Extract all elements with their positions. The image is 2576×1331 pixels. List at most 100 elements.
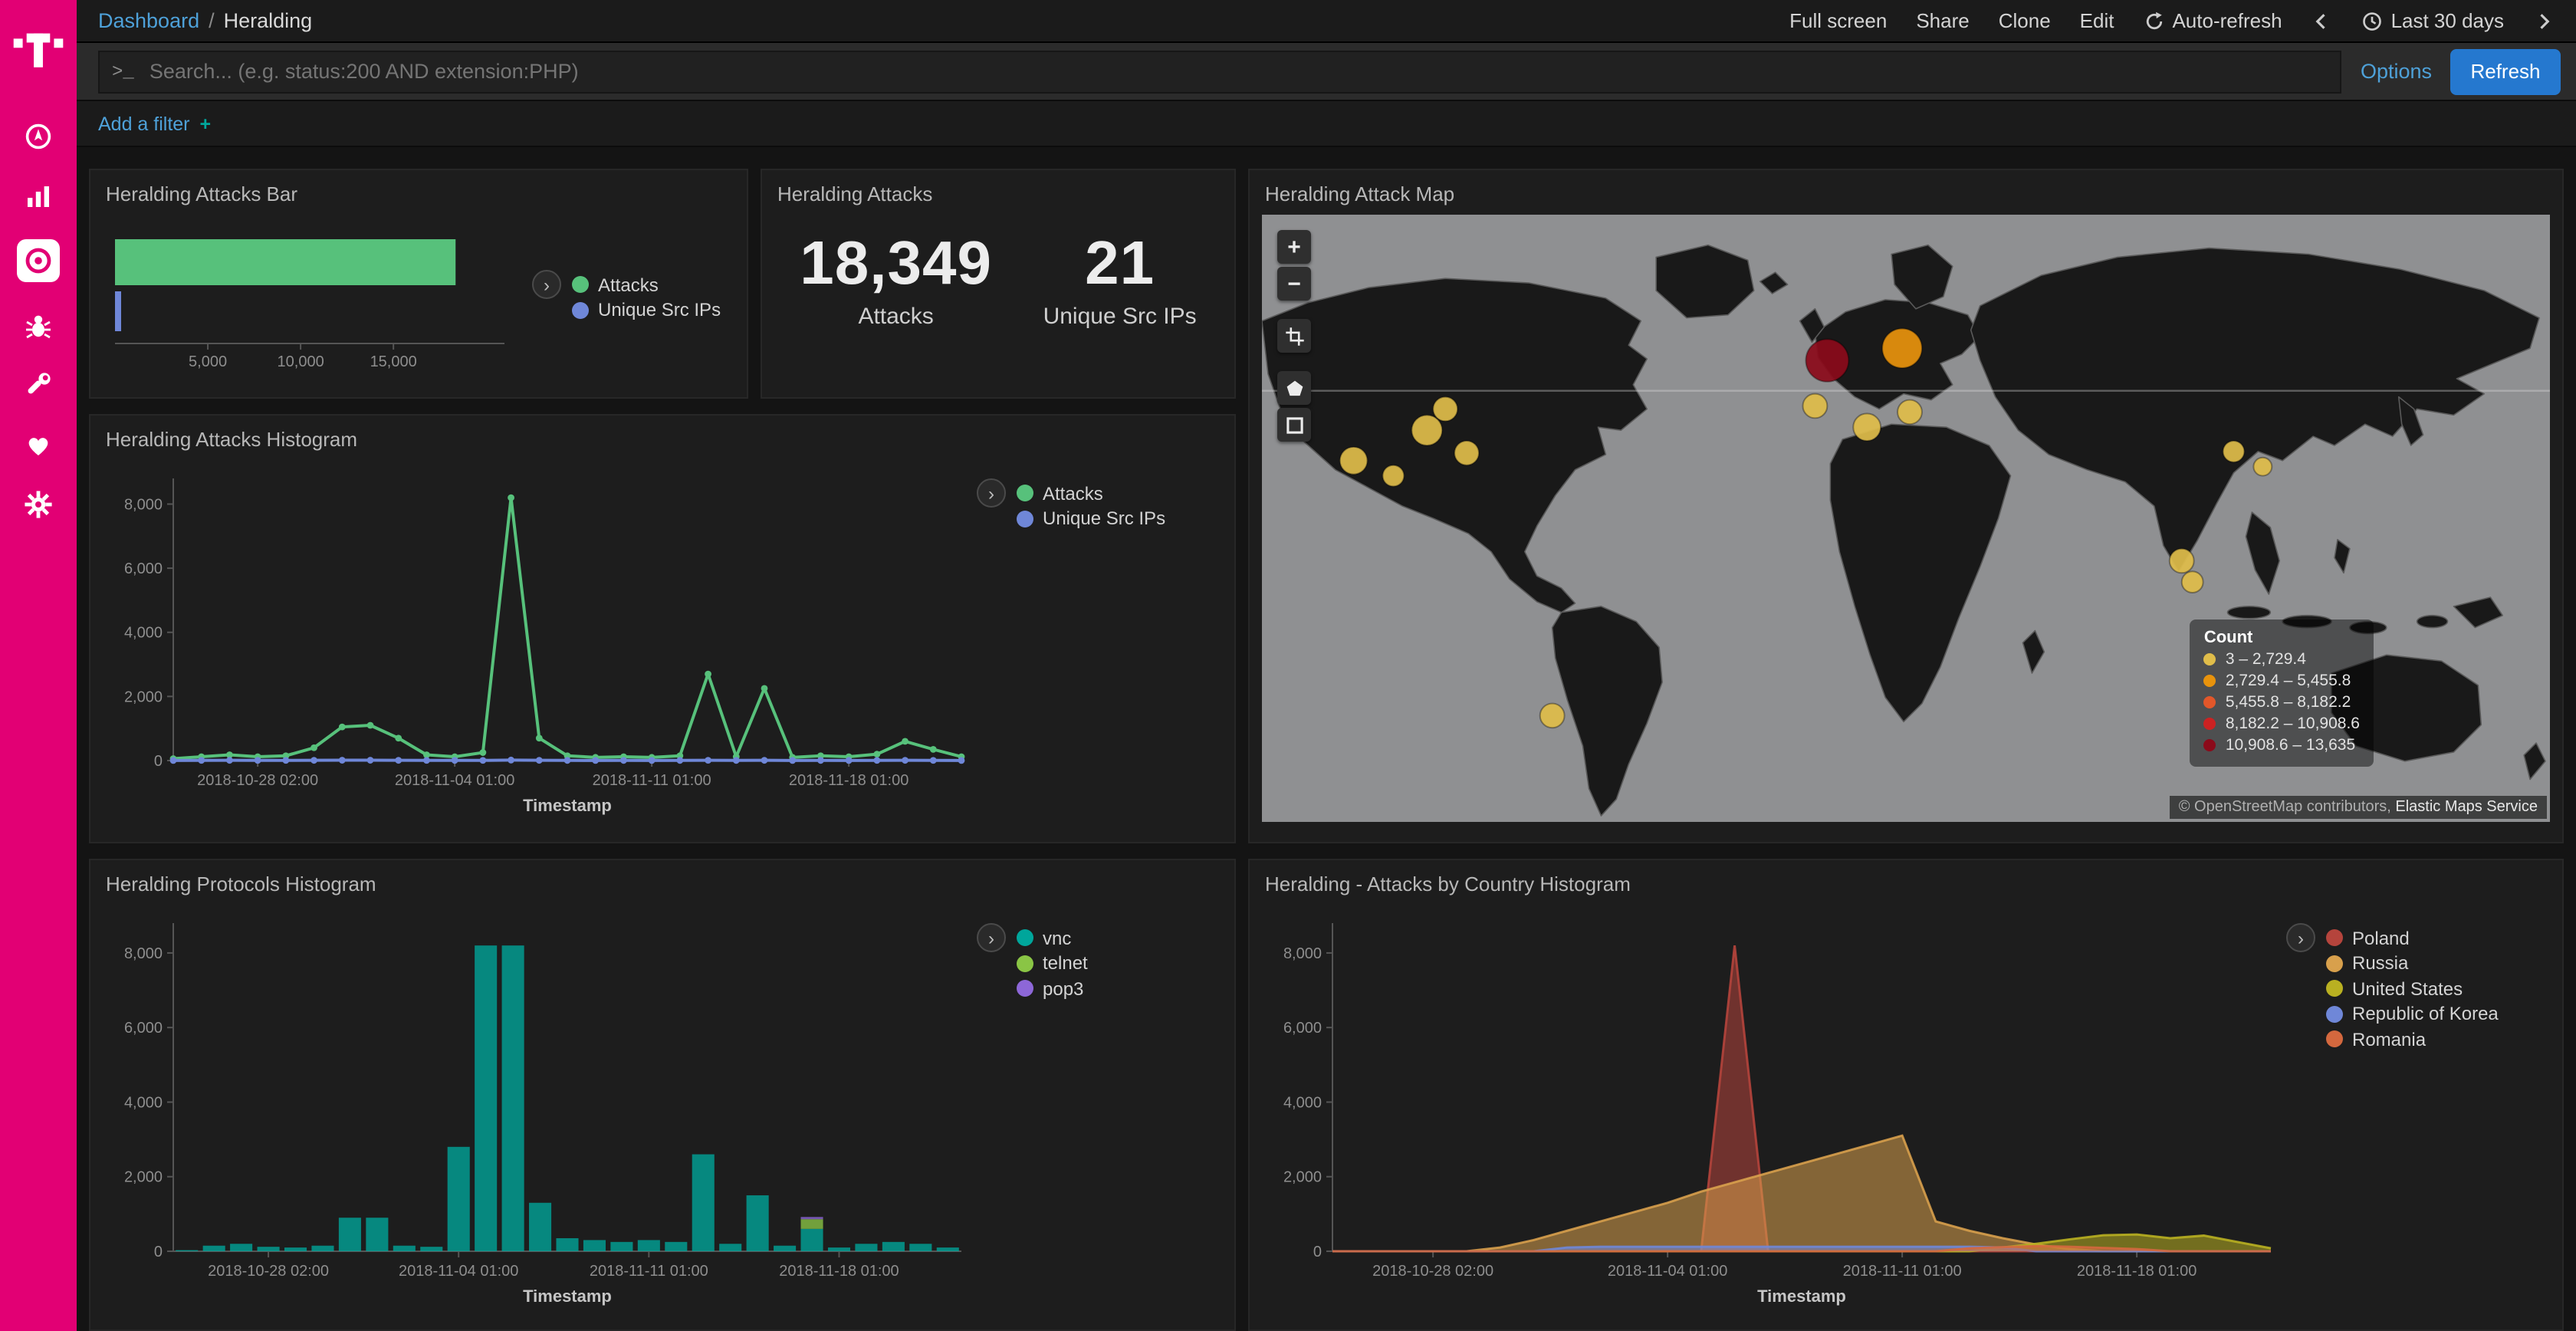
svg-text:2018-11-11 01:00: 2018-11-11 01:00	[593, 772, 711, 789]
draw-polygon-button[interactable]	[1277, 371, 1311, 405]
legend-dot-icon	[1017, 955, 1033, 971]
legend-item[interactable]: Poland	[2326, 927, 2499, 948]
legend-item[interactable]: 2,729.4 – 5,455.8	[2204, 672, 2360, 690]
legend-item[interactable]: United States	[2326, 978, 2499, 999]
share-button[interactable]: Share	[1916, 9, 1969, 32]
legend-item[interactable]: Attacks	[1017, 482, 1165, 504]
panel-attacks-histogram: Heralding Attacks Histogram 02,0004,0006…	[89, 414, 1236, 843]
fullscreen-button[interactable]: Full screen	[1789, 9, 1887, 32]
search-input[interactable]	[146, 58, 2328, 84]
svg-text:4,000: 4,000	[1283, 1094, 1322, 1111]
legend-item[interactable]: 10,908.6 – 13,635	[2204, 736, 2360, 754]
legend-label: 5,455.8 – 8,182.2	[2226, 693, 2351, 712]
legend-item[interactable]: Republic of Korea	[2326, 1003, 2499, 1024]
svg-text:2018-10-28 02:00: 2018-10-28 02:00	[208, 1263, 329, 1280]
osm-attribution[interactable]: © OpenStreetMap contributors,	[2179, 799, 2391, 816]
legend-toggle-icon[interactable]: ›	[977, 478, 1006, 508]
svg-text:2018-11-04 01:00: 2018-11-04 01:00	[399, 1263, 518, 1280]
sidebar-item-health[interactable]	[8, 425, 69, 465]
sidebar-item-settings[interactable]	[8, 485, 69, 524]
svg-text:8,000: 8,000	[124, 496, 163, 513]
legend-item[interactable]: Unique Src IPs	[1017, 508, 1165, 529]
svg-text:2,000: 2,000	[124, 1169, 163, 1186]
legend-item[interactable]: vnc	[1017, 927, 1088, 948]
svg-text:0: 0	[154, 1244, 163, 1260]
legend-toggle-icon[interactable]: ›	[977, 923, 1006, 952]
legend-dot-icon	[2326, 929, 2343, 946]
chart-legend: › vnc telnet pop3	[977, 923, 1088, 1313]
legend-label: Unique Src IPs	[598, 300, 721, 321]
svg-text:6,000: 6,000	[124, 1020, 163, 1037]
breadcrumb-current: Heralding	[224, 9, 313, 32]
target-icon	[15, 238, 61, 284]
legend-item[interactable]: Russia	[2326, 952, 2499, 974]
auto-refresh-button[interactable]: Auto-refresh	[2143, 9, 2282, 32]
legend-label: Republic of Korea	[2352, 1003, 2499, 1024]
refresh-icon	[2143, 10, 2164, 31]
search-box[interactable]: >_	[98, 50, 2342, 93]
sidebar-item-analytics[interactable]	[8, 176, 69, 216]
map-legend-title: Count	[2204, 629, 2360, 647]
legend-item[interactable]: Romania	[2326, 1028, 2499, 1050]
legend-item[interactable]: Attacks	[572, 274, 721, 296]
country-histogram-chart[interactable]: 02,0004,0006,0008,0002018-10-28 02:00201…	[1262, 902, 2286, 1313]
legend-toggle-icon[interactable]: ›	[2286, 923, 2315, 952]
legend-item[interactable]: telnet	[1017, 952, 1088, 974]
legend-label: 8,182.2 – 10,908.6	[2226, 715, 2360, 733]
elastic-maps-attribution[interactable]: Elastic Maps Service	[2395, 799, 2538, 816]
edit-button[interactable]: Edit	[2080, 9, 2114, 32]
panel-protocols-histogram: Heralding Protocols Histogram 02,0004,00…	[89, 859, 1236, 1331]
legend-item[interactable]: 8,182.2 – 10,908.6	[2204, 715, 2360, 733]
breadcrumb-dashboard-link[interactable]: Dashboard	[98, 9, 199, 32]
protocols-histogram-chart[interactable]: 02,0004,0006,0008,0002018-10-28 02:00201…	[103, 902, 977, 1313]
breadcrumb: Dashboard / Heralding	[98, 9, 312, 32]
chart-legend: › Poland Russia United States Republic of K…	[2286, 923, 2499, 1313]
panel-title: Heralding - Attacks by Country Histogram	[1250, 860, 2562, 899]
attacks-histogram-chart[interactable]: 02,0004,0006,0008,0002018-10-28 02:00201…	[103, 457, 977, 822]
time-range-picker[interactable]: Last 30 days	[2362, 9, 2504, 32]
time-forward-button[interactable]	[2533, 10, 2555, 31]
legend-item[interactable]: 3 – 2,729.4	[2204, 650, 2360, 669]
legend-item[interactable]: Unique Src IPs	[572, 300, 721, 321]
legend-label: Attacks	[598, 274, 659, 296]
legend-toggle-icon[interactable]: ›	[532, 271, 561, 300]
legend-item[interactable]: 5,455.8 – 8,182.2	[2204, 693, 2360, 712]
panel-country-histogram: Heralding - Attacks by Country Histogram…	[1248, 859, 2564, 1331]
zoom-in-button[interactable]: +	[1277, 230, 1311, 264]
zoom-out-button[interactable]: −	[1277, 267, 1311, 301]
attack-map[interactable]: + − Count	[1262, 215, 2550, 822]
clone-button[interactable]: Clone	[1999, 9, 2051, 32]
compass-icon	[23, 121, 54, 152]
panel-title: Heralding Attacks Histogram	[90, 416, 1234, 454]
svg-text:8,000: 8,000	[1283, 945, 1322, 962]
add-filter-link[interactable]: Add a filter +	[98, 113, 211, 134]
refresh-button[interactable]: Refresh	[2450, 48, 2561, 94]
legend-label: pop3	[1043, 978, 1083, 999]
sidebar-item-honeypot[interactable]	[8, 305, 69, 345]
options-link[interactable]: Options	[2361, 60, 2432, 83]
metric-label: Unique Src IPs	[1043, 304, 1197, 330]
legend-dot-icon	[572, 302, 589, 319]
svg-text:2018-11-04 01:00: 2018-11-04 01:00	[1608, 1263, 1727, 1280]
draw-rectangle-button[interactable]	[1277, 408, 1311, 442]
fit-data-bounds-button[interactable]	[1277, 319, 1311, 353]
bug-icon	[23, 310, 54, 340]
sidebar-item-dashboard[interactable]	[8, 117, 69, 156]
legend-label: Romania	[2352, 1028, 2426, 1050]
telekom-logo[interactable]	[0, 9, 77, 89]
sidebar-item-tools[interactable]	[8, 365, 69, 405]
chart-legend: › Attacks Unique Src IPs	[532, 271, 721, 325]
legend-label: Poland	[2352, 927, 2410, 948]
legend-item[interactable]: pop3	[1017, 978, 1088, 999]
legend-dot-icon	[2204, 739, 2216, 751]
sidebar-item-security-overview[interactable]	[8, 236, 69, 285]
legend-label: 3 – 2,729.4	[2226, 650, 2306, 669]
svg-text:6,000: 6,000	[124, 560, 163, 577]
svg-text:Timestamp: Timestamp	[523, 796, 612, 815]
attacks-bar-chart[interactable]: 5,00010,00015,000	[103, 212, 532, 383]
svg-text:2,000: 2,000	[124, 689, 163, 705]
legend-dot-icon	[1017, 929, 1033, 946]
heart-icon	[23, 429, 54, 460]
panel-title: Heralding Attack Map	[1250, 170, 2562, 209]
time-back-button[interactable]	[2312, 10, 2333, 31]
